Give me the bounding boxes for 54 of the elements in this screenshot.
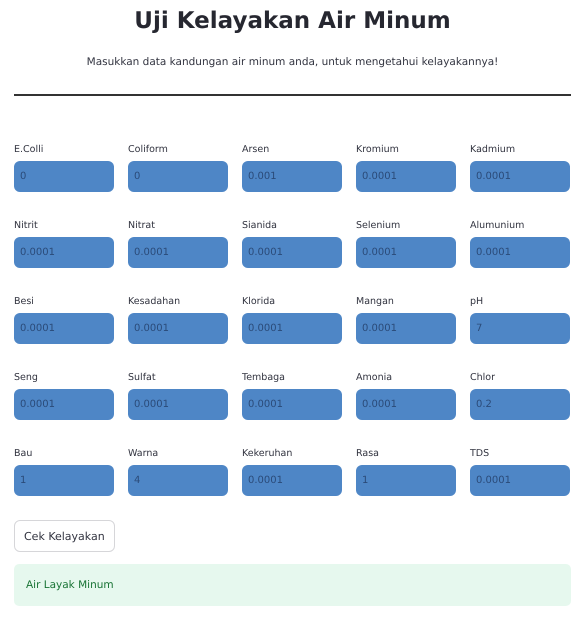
input-field[interactable]: 0.0001 <box>14 389 114 420</box>
field-label: Alumunium <box>470 220 526 232</box>
input-field[interactable]: 0 <box>14 161 114 192</box>
field-label: Seng <box>14 372 39 384</box>
page-subtitle: Masukkan data kandungan air minum anda, untuk mengetahui kelayakannya! <box>86 56 500 68</box>
input-field[interactable]: 0.0001 <box>128 313 228 344</box>
input-field[interactable]: 0.0001 <box>470 161 570 192</box>
input-field[interactable]: 1 <box>356 465 456 496</box>
field-label: Kekeruhan <box>242 448 294 460</box>
field-label: Klorida <box>242 296 276 308</box>
field-label: Chlor <box>470 372 496 384</box>
input-field[interactable]: 0.0001 <box>128 389 228 420</box>
field-label: Sianida <box>242 220 278 232</box>
input-field[interactable]: 0.0001 <box>356 313 456 344</box>
field-label: Bau <box>14 448 34 460</box>
input-field[interactable]: 1 <box>14 465 114 496</box>
field-label: Rasa <box>356 448 380 460</box>
field-label: Kesadahan <box>128 296 182 308</box>
field-label: E.Colli <box>14 144 44 156</box>
input-field[interactable]: 0.0001 <box>470 465 570 496</box>
result-message: Air Layak Minum <box>14 564 571 606</box>
input-field[interactable]: 0.0001 <box>242 237 342 268</box>
input-field[interactable]: 0.0001 <box>356 237 456 268</box>
check-button[interactable]: Cek Kelayakan <box>14 520 115 552</box>
input-field[interactable]: 0.0001 <box>356 389 456 420</box>
field-label: Amonia <box>356 372 394 384</box>
input-field[interactable]: 0.0001 <box>470 237 570 268</box>
input-field[interactable]: 0.0001 <box>14 313 114 344</box>
input-field[interactable]: 0.0001 <box>356 161 456 192</box>
input-field[interactable]: 0.0001 <box>242 465 342 496</box>
input-field[interactable]: 7 <box>470 313 570 344</box>
input-field[interactable]: 0.0001 <box>242 313 342 344</box>
field-label: Kromium <box>356 144 400 156</box>
field-label: Warna <box>128 448 160 460</box>
page-title: Uji Kelayakan Air Minum <box>133 7 452 36</box>
input-field[interactable]: 0.0001 <box>14 237 114 268</box>
input-field[interactable]: 4 <box>128 465 228 496</box>
field-label: Nitrat <box>128 220 156 232</box>
field-label: Coliform <box>128 144 169 156</box>
field-label: Besi <box>14 296 35 308</box>
field-label: TDS <box>470 448 490 460</box>
input-field[interactable]: 0.0001 <box>242 389 342 420</box>
field-label: Kadmium <box>470 144 516 156</box>
input-field[interactable]: 0 <box>128 161 228 192</box>
field-label: Nitrit <box>14 220 39 232</box>
field-label: Tembaga <box>242 372 286 384</box>
field-label: Mangan <box>356 296 395 308</box>
field-label: Arsen <box>242 144 270 156</box>
input-field[interactable]: 0.2 <box>470 389 570 420</box>
field-label: Selenium <box>356 220 402 232</box>
field-label: pH <box>470 296 484 308</box>
input-field[interactable]: 0.0001 <box>128 237 228 268</box>
field-label: Sulfat <box>128 372 157 384</box>
input-field[interactable]: 0.001 <box>242 161 342 192</box>
